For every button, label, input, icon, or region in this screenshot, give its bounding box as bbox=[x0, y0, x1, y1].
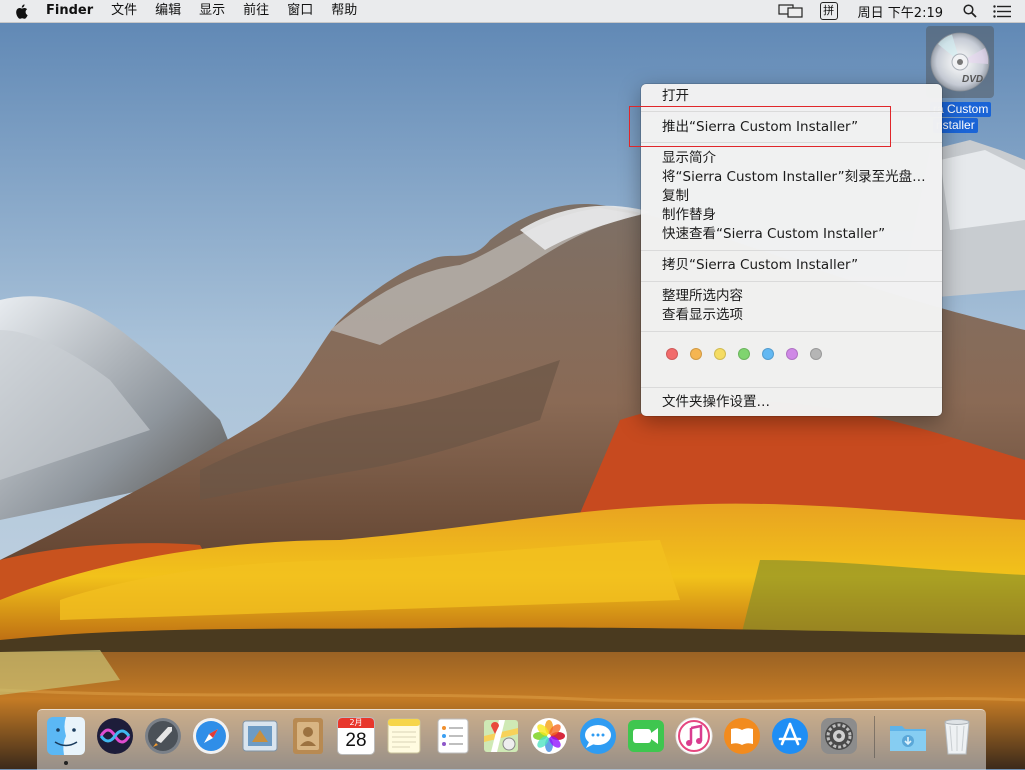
context-menu: 打开 推出“Sierra Custom Installer” 显示简介 将“Si… bbox=[641, 84, 942, 416]
menu-file[interactable]: 文件 bbox=[102, 0, 146, 22]
ctx-separator bbox=[641, 331, 942, 332]
ctx-tag-color-dot[interactable] bbox=[690, 348, 702, 360]
ctx-tag-color-dot[interactable] bbox=[666, 348, 678, 360]
ctx-quick-look[interactable]: 快速查看“Sierra Custom Installer” bbox=[662, 225, 885, 244]
apple-menu[interactable] bbox=[0, 3, 42, 19]
menu-edit[interactable]: 编辑 bbox=[146, 0, 190, 22]
system-preferences-icon[interactable] bbox=[819, 716, 859, 756]
ctx-burn-to-disc[interactable]: 将“Sierra Custom Installer”刻录至光盘… bbox=[662, 168, 926, 187]
spotlight-search-icon[interactable] bbox=[955, 4, 985, 18]
launchpad-icon[interactable] bbox=[143, 716, 183, 756]
itunes-icon[interactable] bbox=[674, 716, 714, 756]
ctx-separator bbox=[641, 387, 942, 388]
menu-view[interactable]: 显示 bbox=[190, 0, 234, 22]
notes-icon[interactable] bbox=[384, 716, 424, 756]
ctx-show-view-options[interactable]: 查看显示选项 bbox=[662, 306, 743, 325]
ctx-tag-color-dot[interactable] bbox=[714, 348, 726, 360]
menu-bar: Finder 文件 编辑 显示 前往 窗口 帮助 拼 周日 下午2:19 bbox=[0, 0, 1025, 23]
contacts-icon[interactable] bbox=[288, 716, 328, 756]
ctx-separator bbox=[641, 142, 942, 143]
input-method-icon[interactable]: 拼 bbox=[812, 2, 846, 20]
trash-icon[interactable] bbox=[937, 716, 977, 756]
finder-icon[interactable] bbox=[46, 716, 86, 756]
ctx-separator bbox=[641, 250, 942, 251]
calendar-icon[interactable]: 2月 28 bbox=[336, 716, 376, 756]
menubar-clock[interactable]: 周日 下午2:19 bbox=[846, 2, 955, 21]
display-mirroring-icon[interactable] bbox=[770, 4, 812, 18]
ctx-copy[interactable]: 拷贝“Sierra Custom Installer” bbox=[662, 256, 858, 275]
mail-icon[interactable] bbox=[240, 716, 280, 756]
ctx-separator bbox=[641, 281, 942, 282]
app-store-icon[interactable] bbox=[770, 716, 810, 756]
calendar-day: 28 bbox=[345, 730, 367, 751]
menu-window[interactable]: 窗口 bbox=[278, 0, 322, 22]
photos-icon[interactable] bbox=[529, 716, 569, 756]
siri-icon[interactable] bbox=[95, 716, 135, 756]
ctx-get-info[interactable]: 显示简介 bbox=[662, 149, 716, 168]
input-method-label: 拼 bbox=[819, 2, 838, 20]
menu-go[interactable]: 前往 bbox=[234, 0, 278, 22]
downloads-folder-icon[interactable] bbox=[888, 716, 928, 756]
ctx-folder-actions-setup[interactable]: 文件夹操作设置… bbox=[662, 393, 770, 412]
ctx-separator bbox=[641, 111, 942, 112]
facetime-icon[interactable] bbox=[626, 716, 666, 756]
finder-running-indicator bbox=[64, 761, 68, 765]
ctx-open[interactable]: 打开 bbox=[662, 87, 689, 106]
apple-icon bbox=[15, 3, 28, 19]
maps-icon[interactable] bbox=[481, 716, 521, 756]
ctx-clean-up-selection[interactable]: 整理所选内容 bbox=[662, 287, 743, 306]
menu-finder[interactable]: Finder bbox=[42, 0, 102, 22]
ctx-make-alias[interactable]: 制作替身 bbox=[662, 206, 716, 225]
ctx-tag-color-dot[interactable] bbox=[762, 348, 774, 360]
ibooks-icon[interactable] bbox=[722, 716, 762, 756]
messages-icon[interactable] bbox=[578, 716, 618, 756]
ctx-tag-color-dot[interactable] bbox=[810, 348, 822, 360]
notification-center-icon[interactable] bbox=[985, 4, 1025, 18]
dvd-disc-text: DVD bbox=[962, 74, 983, 85]
menu-help[interactable]: 帮助 bbox=[322, 0, 366, 22]
calendar-month: 2月 bbox=[338, 718, 374, 728]
ctx-duplicate[interactable]: 复制 bbox=[662, 187, 689, 206]
ctx-eject[interactable]: 推出“Sierra Custom Installer” bbox=[662, 118, 858, 137]
dock-divider bbox=[874, 716, 875, 758]
ctx-tag-color-dot[interactable] bbox=[738, 348, 750, 360]
safari-icon[interactable] bbox=[191, 716, 231, 756]
ctx-tag-color-dot[interactable] bbox=[786, 348, 798, 360]
reminders-icon[interactable] bbox=[433, 716, 473, 756]
